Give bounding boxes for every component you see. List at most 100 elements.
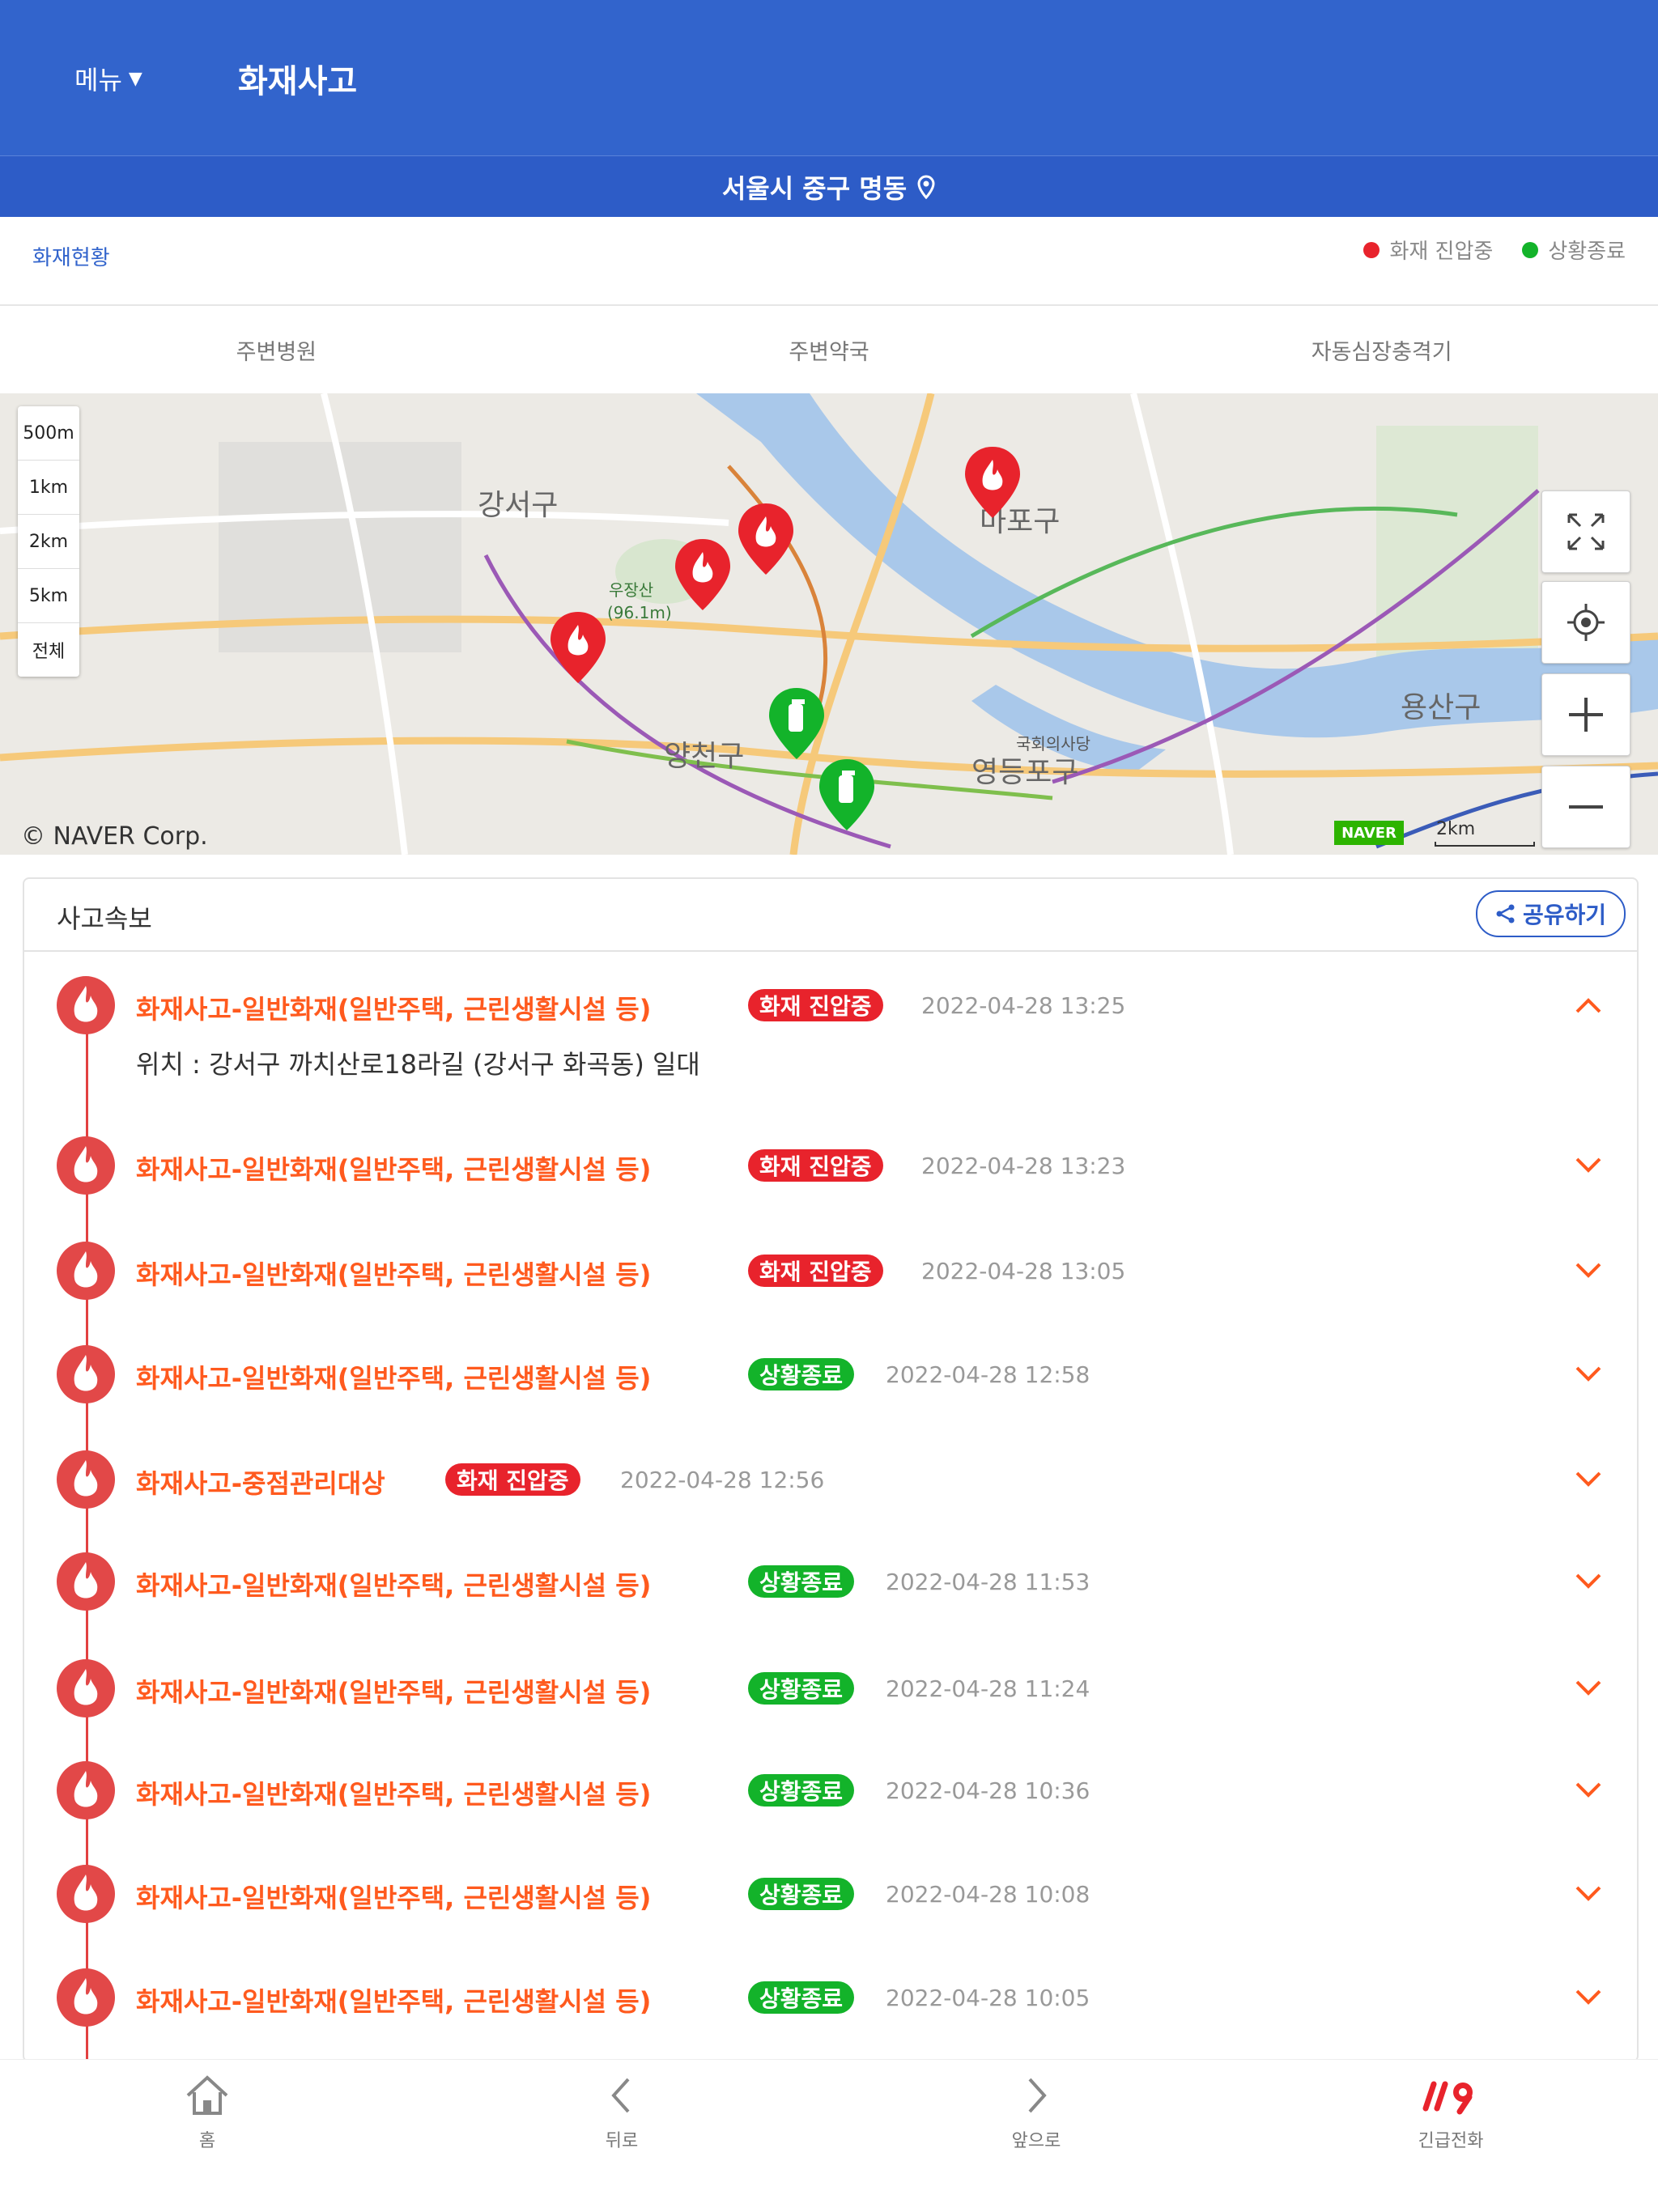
incident-title: 화재사고-일반화재(일반주택, 근린생활시설 등) (136, 1883, 652, 1913)
map-scalebar (1435, 842, 1535, 847)
green-dot-icon (1522, 241, 1539, 258)
map-pin-icon (916, 175, 936, 199)
incident-location: 위치 : 강서구 까치산로18라길 (강서구 화곡동) 일대 (136, 1049, 700, 1080)
chevron-down-icon[interactable] (1574, 1365, 1603, 1384)
zoom-out-button[interactable] (1541, 766, 1630, 848)
nav-forward-button[interactable]: 앞으로 (829, 2060, 1244, 2212)
incident-time: 2022-04-28 11:53 (886, 1569, 1090, 1595)
incident-title: 화재사고-일반화재(일반주택, 근린생활시설 등) (136, 1154, 652, 1185)
status-badge: 상황종료 (748, 1358, 855, 1390)
legend-item-resolved: 상황종료 (1522, 235, 1626, 265)
tab-nearby-pharmacy[interactable]: 주변약국 (553, 306, 1106, 393)
scale-option-all[interactable]: 전체 (18, 623, 79, 677)
incident-time: 2022-04-28 12:56 (620, 1467, 825, 1493)
scale-option-5km[interactable]: 5km (18, 569, 79, 623)
scale-option-500m[interactable]: 500m (18, 406, 79, 461)
chevron-down-icon[interactable] (1574, 1781, 1603, 1800)
fullscreen-icon (1567, 513, 1605, 550)
app-header: 메뉴 ▼ 화재사고 (0, 0, 1658, 155)
status-badge: 상황종료 (748, 1878, 855, 1910)
nav-home-button[interactable]: 홈 (0, 2060, 414, 2212)
panel-title: 사고속보 (57, 903, 152, 934)
fire-icon (57, 1761, 115, 1819)
zoom-out-icon (1569, 805, 1603, 809)
red-dot-icon (1363, 241, 1380, 258)
map-attribution: © NAVER Corp. (21, 822, 208, 851)
panel-header: 사고속보 공유하기 (24, 879, 1637, 952)
tab-aed[interactable]: 자동심장충격기 (1105, 306, 1658, 393)
page-title: 화재사고 (238, 63, 358, 100)
zoom-in-button[interactable] (1541, 673, 1630, 756)
scale-option-2km[interactable]: 2km (18, 515, 79, 569)
forward-icon (1028, 2078, 1047, 2113)
chevron-down-icon[interactable] (1574, 1156, 1603, 1175)
incident-title: 화재사고-중점관리대상 (136, 1468, 385, 1499)
location-text: 서울시 중구 명동 (721, 173, 908, 204)
map-label-yangcheon: 양천구 (664, 740, 744, 773)
status-badge: 상황종료 (748, 1565, 855, 1598)
incident-time: 2022-04-28 10:05 (886, 1985, 1090, 2011)
chevron-down-icon[interactable] (1574, 1572, 1603, 1591)
nav-back-button[interactable]: 뒤로 (414, 2060, 829, 2212)
menu-label: 메뉴 (74, 65, 122, 96)
nav-label: 홈 (198, 2131, 216, 2151)
share-button[interactable]: 공유하기 (1475, 890, 1626, 937)
back-icon (611, 2078, 630, 2113)
map-scalebar-label: 2km (1436, 819, 1476, 839)
location-bar[interactable]: 서울시 중구 명동 (0, 155, 1658, 218)
fire-icon (57, 976, 115, 1034)
legend-item-active: 화재 진압중 (1363, 235, 1493, 265)
caret-down-icon: ▼ (128, 68, 142, 89)
chevron-down-icon[interactable] (1574, 1884, 1603, 1904)
incident-title: 화재사고-일반화재(일반주택, 근린생활시설 등) (136, 994, 652, 1025)
fire-active-marker[interactable] (735, 502, 797, 576)
nav-emergency-call-button[interactable]: 긴급전화 (1244, 2060, 1658, 2212)
fire-icon (57, 1345, 115, 1403)
status-badge: 상황종료 (748, 1774, 855, 1807)
status-badge: 화재 진압중 (748, 1149, 883, 1182)
map-scale-selector: 500m 1km 2km 5km 전체 (18, 406, 79, 677)
incident-time: 2022-04-28 13:25 (921, 992, 1126, 1019)
legend-label: 상황종료 (1548, 240, 1626, 264)
naver-logo: NAVER (1334, 821, 1404, 845)
incident-time: 2022-04-28 10:36 (886, 1777, 1090, 1804)
incident-title: 화재사고-일반화재(일반주택, 근린생활시설 등) (136, 1677, 652, 1708)
fire-resolved-marker[interactable] (816, 758, 878, 832)
chevron-down-icon[interactable] (1574, 1988, 1603, 2007)
fire-resolved-marker[interactable] (766, 686, 827, 761)
chevron-down-icon[interactable] (1574, 1470, 1603, 1489)
my-location-icon (1567, 604, 1605, 641)
fire-active-marker[interactable] (672, 537, 733, 612)
zoom-in-icon (1569, 698, 1603, 732)
map-label-yongsan: 용산구 (1401, 691, 1481, 724)
incident-time: 2022-04-28 13:23 (921, 1153, 1126, 1179)
fire-status-title: 화재현황 (32, 246, 110, 270)
my-location-button[interactable] (1541, 581, 1630, 664)
scale-option-1km[interactable]: 1km (18, 461, 79, 515)
fire-icon (57, 1552, 115, 1611)
map-view[interactable]: 강서구 마포구 양천구 영등포구 용산구 우장산 (96.1m) 국회의사당 5… (0, 393, 1658, 855)
nav-label: 뒤로 (605, 2131, 639, 2151)
map-label-elev: (96.1m) (607, 603, 672, 622)
incident-time: 2022-04-28 10:08 (886, 1881, 1090, 1908)
incident-title: 화재사고-일반화재(일반주택, 근린생활시설 등) (136, 1259, 652, 1290)
fire-active-marker[interactable] (547, 610, 609, 685)
fire-icon (57, 1242, 115, 1300)
menu-button[interactable]: 메뉴 ▼ (74, 60, 142, 97)
incident-title: 화재사고-일반화재(일반주택, 근린생활시설 등) (136, 1779, 652, 1810)
fire-active-marker[interactable] (962, 445, 1023, 520)
incident-news-panel: 사고속보 공유하기 화재사고-일반화재(일반주택, 근린생활시설 등) 화재 진… (23, 877, 1639, 2062)
chevron-up-icon[interactable] (1574, 996, 1603, 1015)
fullscreen-button[interactable] (1541, 490, 1630, 573)
chevron-down-icon[interactable] (1574, 1261, 1603, 1280)
map-label-yeongdeungpo: 영등포구 (971, 756, 1078, 789)
map-label-gangseo: 강서구 (478, 489, 558, 522)
status-badge: 화재 진압중 (748, 989, 883, 1021)
share-icon (1496, 904, 1515, 923)
tab-nearby-hospital[interactable]: 주변병원 (0, 306, 553, 393)
incident-time: 2022-04-28 13:05 (921, 1258, 1126, 1284)
fire-status-row: 화재현황 화재 진압중 상황종료 (0, 217, 1658, 306)
chevron-down-icon[interactable] (1574, 1679, 1603, 1698)
fire-icon (57, 1450, 115, 1509)
map-label-useonsan: 우장산 (609, 580, 653, 600)
